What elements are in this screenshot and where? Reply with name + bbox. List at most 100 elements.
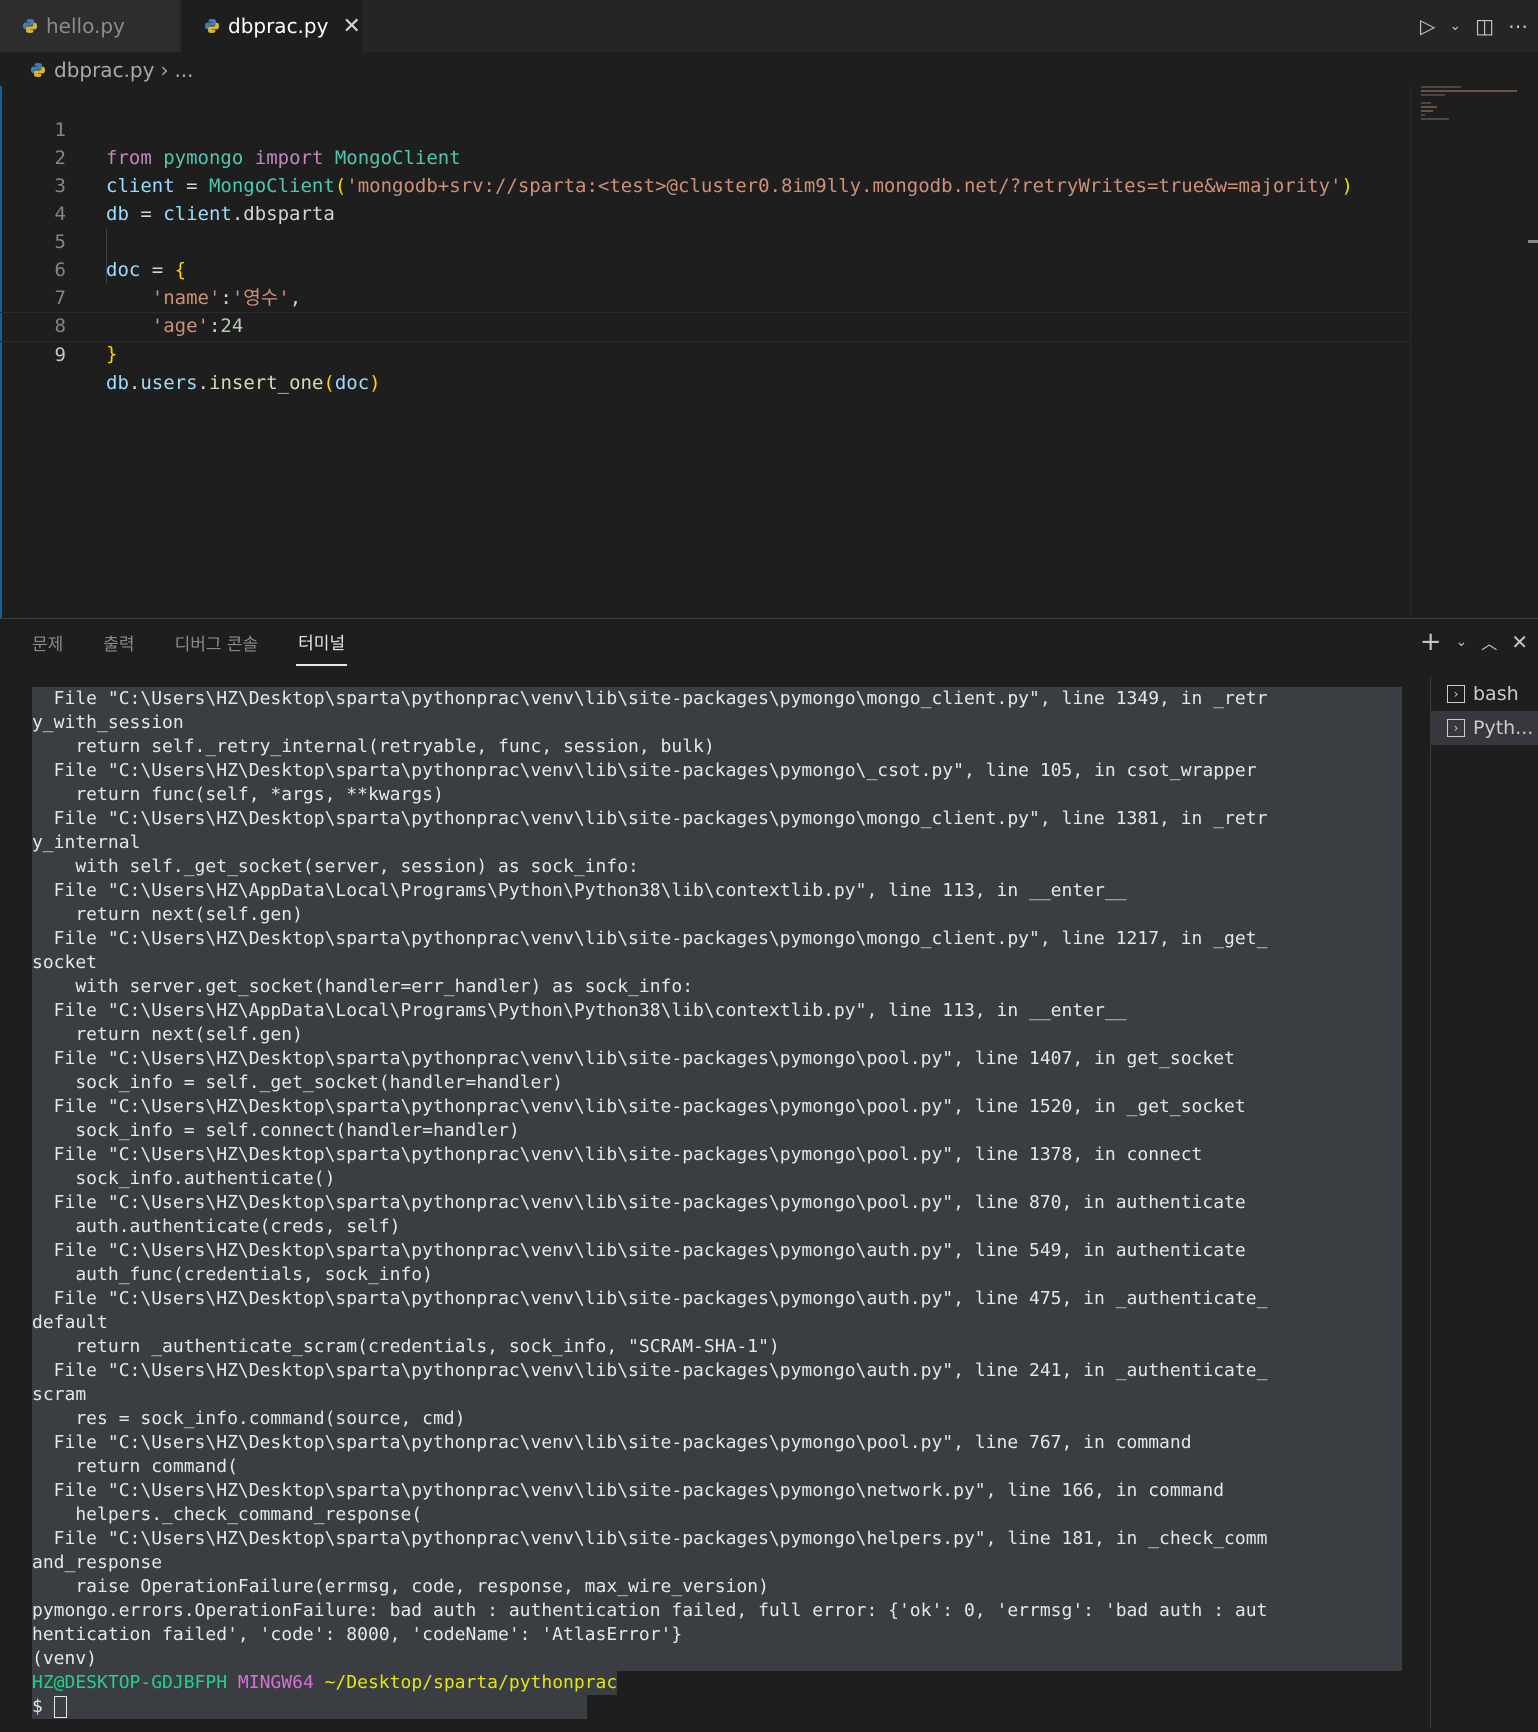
tab-dbprac-py[interactable]: dbprac.py ✕ [182, 0, 362, 52]
terminal-line: File "C:\Users\HZ\Desktop\sparta\pythonp… [32, 1527, 1402, 1551]
terminal-line: File "C:\Users\HZ\Desktop\sparta\pythonp… [32, 1239, 1402, 1263]
terminal-line: sock_info = self._get_socket(handler=han… [32, 1071, 1402, 1095]
terminal-item-label: Pyth... [1473, 717, 1534, 739]
code-line: 5 doc = { [0, 200, 1410, 281]
close-icon[interactable]: ✕ [342, 14, 360, 39]
code-line: 7 'age':24 [0, 256, 1410, 337]
terminal-line: File "C:\Users\HZ\Desktop\sparta\pythonp… [32, 759, 1402, 783]
code-line: 6 'name':'영수', [0, 228, 1410, 309]
function-name: insert_one [209, 372, 324, 394]
code-line: 4 [0, 172, 1410, 225]
breadcrumb-file[interactable]: dbprac.py [54, 58, 154, 82]
terminal-output[interactable]: File "C:\Users\HZ\Desktop\sparta\pythonp… [32, 687, 1402, 1719]
bracket: ( [323, 372, 335, 394]
terminal-line: hentication failed', 'code': 8000, 'code… [32, 1623, 1402, 1647]
terminal-line: sock_info = self.connect(handler=handler… [32, 1119, 1402, 1143]
terminal-line: File "C:\Users\HZ\Desktop\sparta\pythonp… [32, 687, 1402, 711]
terminal-line: return _authenticate_scram(credentials, … [32, 1335, 1402, 1359]
tab-label: hello.py [46, 14, 125, 38]
bracket: ) [369, 372, 381, 394]
tab-output[interactable]: 출력 [101, 620, 136, 665]
terminal-line: File "C:\Users\HZ\Desktop\sparta\pythonp… [32, 927, 1402, 951]
terminal-line: File "C:\Users\HZ\Desktop\sparta\pythonp… [32, 1431, 1402, 1455]
terminal-icon: › [1447, 685, 1465, 703]
prompt-env: MINGW64 [237, 1672, 314, 1693]
tab-problems[interactable]: 문제 [30, 620, 65, 665]
panel-tabs: 문제 출력 디버그 콘솔 터미널 [30, 619, 348, 666]
editor-actions: ▷ ⌄ ◫ ⋯ [1420, 10, 1528, 42]
prompt-path: ~/Desktop/sparta/pythonprac [324, 1672, 618, 1693]
terminal-icon: › [1447, 719, 1465, 737]
terminal-item-label: bash [1473, 683, 1519, 705]
terminal-line: helpers._check_command_response( [32, 1503, 1402, 1527]
terminal-line: y_with_session [32, 711, 1402, 735]
line-number: 9 [54, 344, 66, 366]
terminal-line: File "C:\Users\HZ\Desktop\sparta\pythonp… [32, 1287, 1402, 1311]
chevron-up-icon[interactable]: ︿ [1481, 630, 1497, 654]
operator: . [197, 372, 209, 394]
chevron-right-icon: › [160, 58, 169, 82]
tab-debug-console[interactable]: 디버그 콘솔 [173, 620, 261, 665]
terminal-line: File "C:\Users\HZ\Desktop\sparta\pythonp… [32, 1047, 1402, 1071]
plus-icon[interactable]: + [1420, 627, 1442, 657]
terminal-list: › bash › Pyth... [1430, 677, 1538, 1727]
terminal-line: File "C:\Users\HZ\Desktop\sparta\pythonp… [32, 1191, 1402, 1215]
terminal-line: scram [32, 1383, 1402, 1407]
terminal-input-line[interactable]: $ [32, 1695, 587, 1719]
terminal-line: with self._get_socket(server, session) a… [32, 855, 1402, 879]
prompt-user: HZ@DESKTOP-GDJBFPH [32, 1672, 228, 1693]
terminal-line: auth.authenticate(creds, self) [32, 1215, 1402, 1239]
tab-hello-py[interactable]: hello.py [0, 0, 180, 52]
tab-terminal[interactable]: 터미널 [296, 619, 348, 666]
minimap[interactable] [1410, 84, 1527, 618]
terminal-line: File "C:\Users\HZ\Desktop\sparta\pythonp… [32, 1359, 1402, 1383]
tab-label: dbprac.py [228, 14, 329, 38]
terminal-line: raise OperationFailure(errmsg, code, res… [32, 1575, 1402, 1599]
terminal-line: with server.get_socket(handler=err_handl… [32, 975, 1402, 999]
terminal-prompt-line: HZ@DESKTOP-GDJBFPH MINGW64 ~/Desktop/spa… [32, 1671, 618, 1695]
terminal-line: auth_func(credentials, sock_info) [32, 1263, 1402, 1287]
bottom-panel: 문제 출력 디버그 콘솔 터미널 + ⌄ ︿ ✕ File "C:\Users\… [0, 618, 1538, 1732]
bracket: } [106, 343, 118, 365]
terminal-item-python[interactable]: › Pyth... [1431, 711, 1538, 745]
attribute: users [140, 372, 198, 394]
terminal-line: File "C:\Users\HZ\Desktop\sparta\pythonp… [32, 807, 1402, 831]
python-icon [31, 63, 45, 77]
chevron-down-icon[interactable]: ⌄ [1455, 634, 1467, 650]
split-editor-icon[interactable]: ◫ [1475, 14, 1494, 38]
breadcrumb: dbprac.py › ... [30, 52, 194, 88]
code-line-current: 9 db.users.insert_one(doc) [0, 312, 1410, 394]
terminal-line: default [32, 1311, 1402, 1335]
code-editor[interactable]: 1 from pymongo import MongoClient 2 clie… [0, 88, 1410, 618]
terminal-line: File "C:\Users\HZ\Desktop\sparta\pythonp… [32, 1095, 1402, 1119]
more-icon[interactable]: ⋯ [1508, 14, 1528, 38]
terminal-line: socket [32, 951, 1402, 975]
terminal-line: pymongo.errors.OperationFailure: bad aut… [32, 1599, 1402, 1623]
terminal-line: return func(self, *args, **kwargs) [32, 783, 1402, 807]
code-line: 3 db = client.dbsparta [0, 144, 1410, 225]
panel-actions: + ⌄ ︿ ✕ [1420, 625, 1528, 659]
python-icon [23, 19, 37, 33]
terminal-line: sock_info.authenticate() [32, 1167, 1402, 1191]
code-line: 8 } [0, 284, 1410, 365]
terminal-line: return next(self.gen) [32, 903, 1402, 927]
chevron-down-icon[interactable]: ⌄ [1449, 18, 1461, 34]
terminal-line: return self._retry_internal(retryable, f… [32, 735, 1402, 759]
code-line: 1 from pymongo import MongoClient [0, 88, 1410, 169]
breadcrumb-rest[interactable]: ... [174, 58, 193, 82]
terminal-line: return next(self.gen) [32, 1023, 1402, 1047]
play-icon[interactable]: ▷ [1420, 14, 1435, 38]
terminal-line: and_response [32, 1551, 1402, 1575]
code-line: 2 client = MongoClient('mongodb+srv://sp… [0, 116, 1410, 197]
terminal-line: File "C:\Users\HZ\AppData\Local\Programs… [32, 999, 1402, 1023]
terminal-item-bash[interactable]: › bash [1431, 677, 1538, 711]
terminal-line: res = sock_info.command(source, cmd) [32, 1407, 1402, 1431]
terminal-line: File "C:\Users\HZ\Desktop\sparta\pythonp… [32, 1143, 1402, 1167]
scrollbar-marker[interactable] [1528, 240, 1538, 243]
operator: . [128, 372, 141, 394]
close-icon[interactable]: ✕ [1511, 630, 1528, 654]
terminal-line: File "C:\Users\HZ\Desktop\sparta\pythonp… [32, 1479, 1402, 1503]
indent-guide [106, 228, 107, 284]
variable: db [106, 372, 129, 394]
terminal-line: File "C:\Users\HZ\AppData\Local\Programs… [32, 879, 1402, 903]
